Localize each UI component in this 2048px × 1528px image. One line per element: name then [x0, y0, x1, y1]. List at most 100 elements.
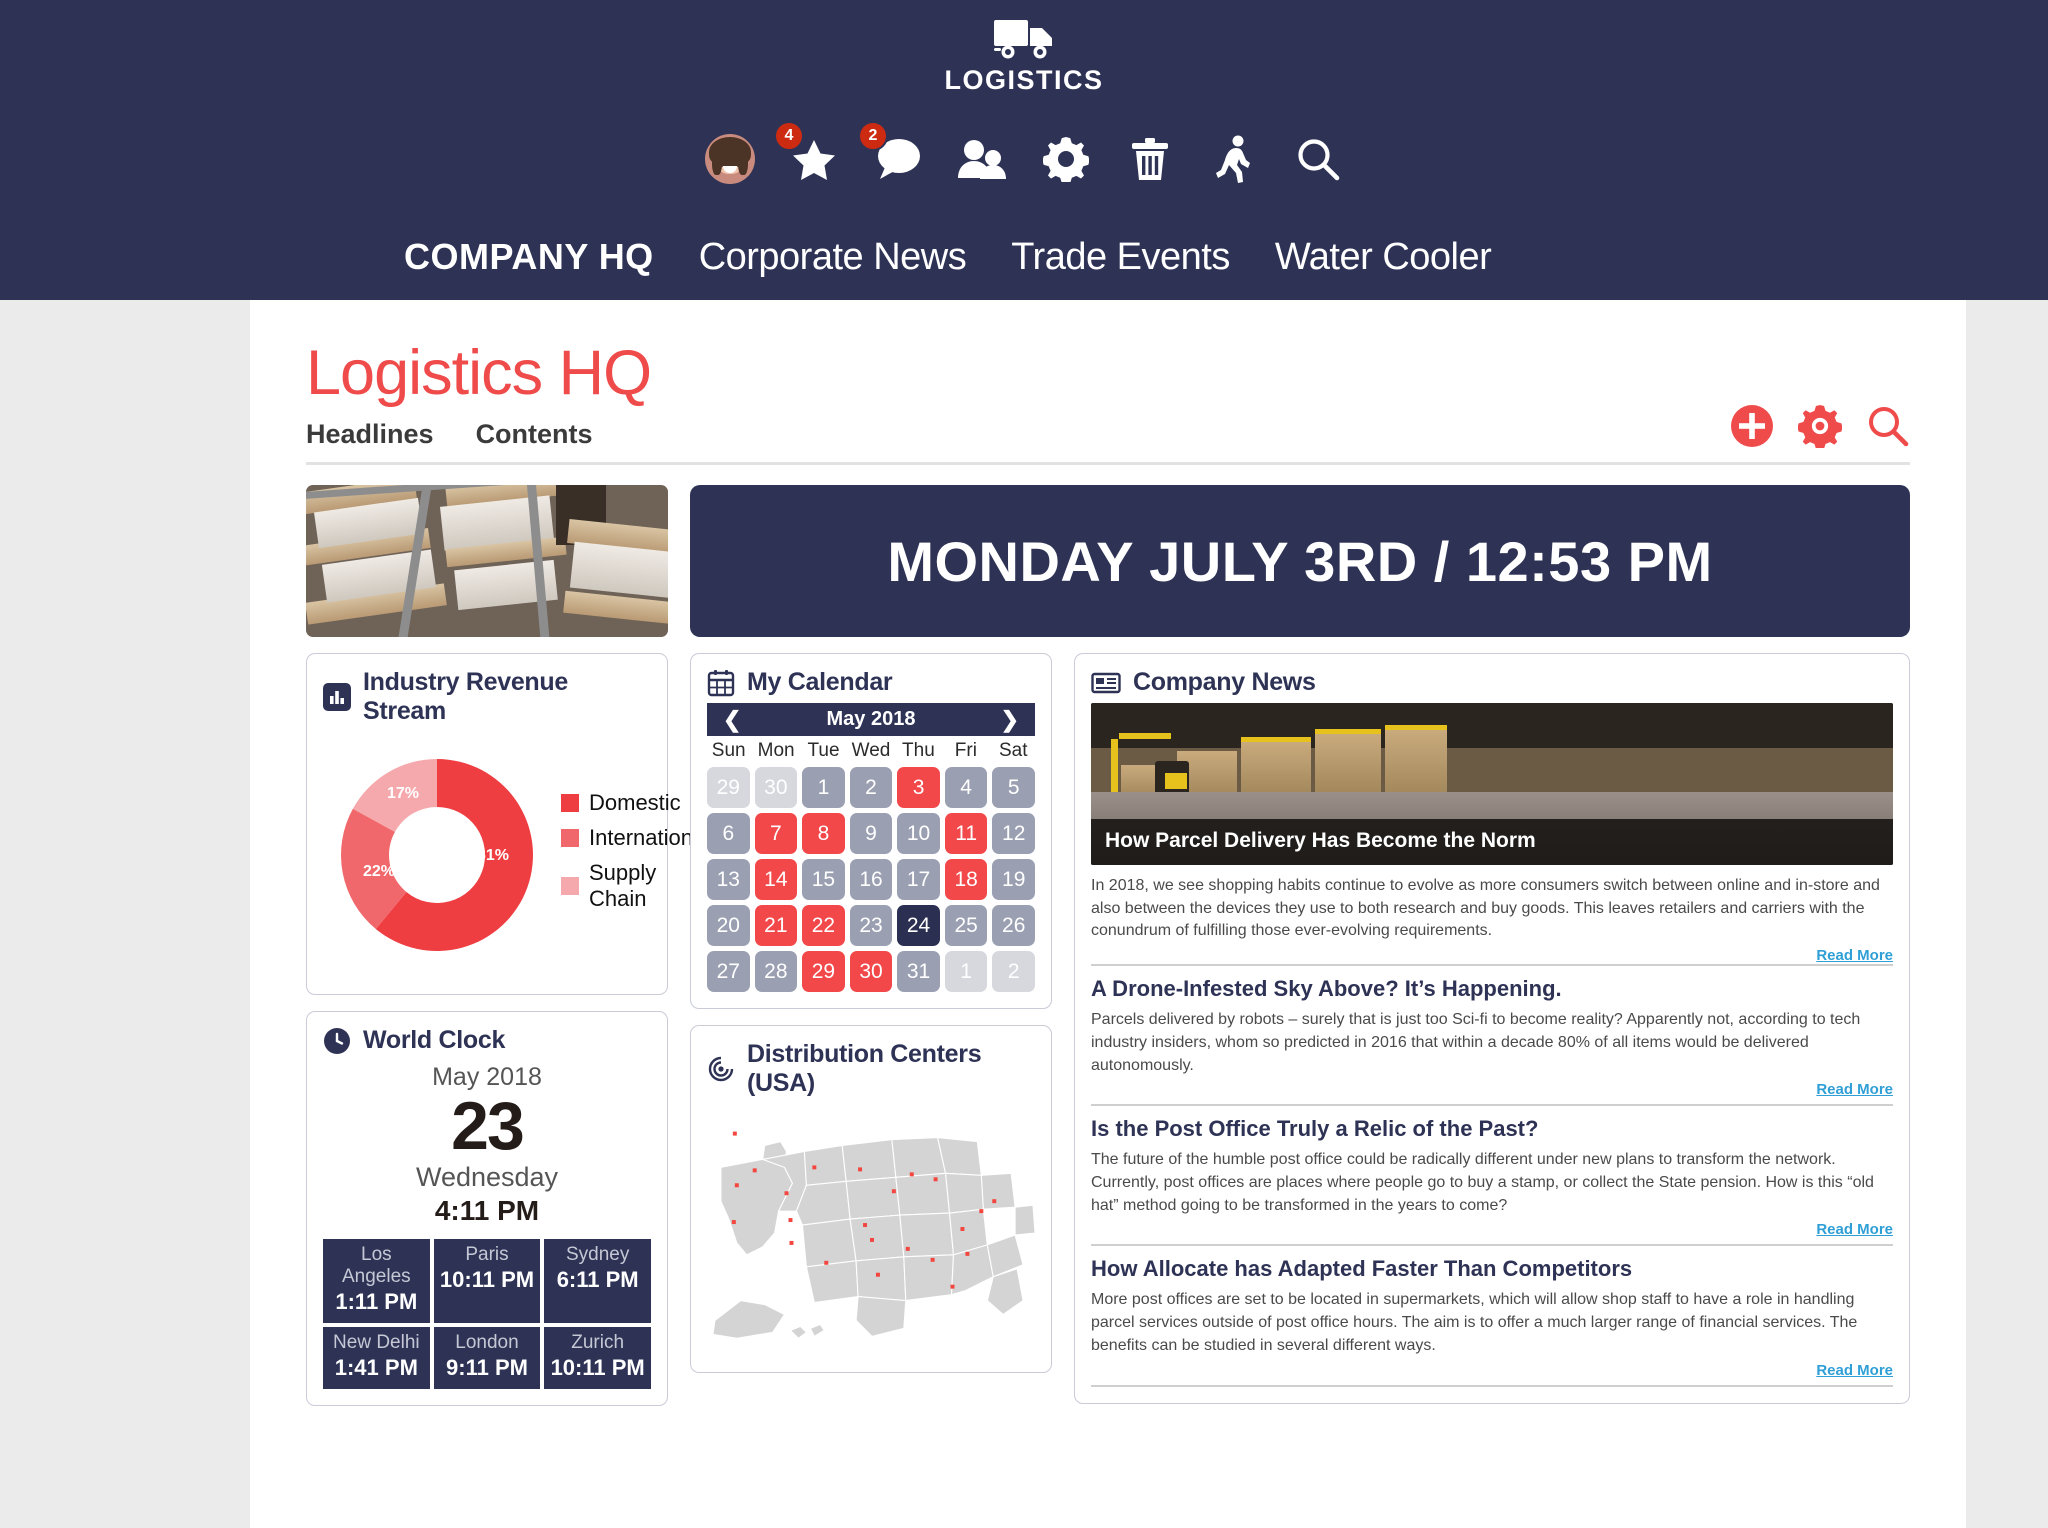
calendar-day-cell[interactable]: 2	[849, 767, 893, 808]
nav-item-trade-events[interactable]: Trade Events	[1011, 236, 1230, 279]
nav-item-corporate-news[interactable]: Corporate News	[699, 236, 967, 279]
calendar-day-cell[interactable]: 8	[802, 813, 845, 854]
calendar-day-cell[interactable]: 13	[707, 859, 750, 900]
chat-badge: 2	[858, 121, 888, 151]
read-more-link[interactable]: Read More	[1091, 1081, 1893, 1098]
chevron-right-icon[interactable]: ❯	[997, 708, 1023, 731]
read-more-link[interactable]: Read More	[1091, 1221, 1893, 1238]
star-icon[interactable]: 4	[774, 121, 840, 185]
calendar-day-cell[interactable]: 6	[707, 813, 750, 854]
world-clock-card: World Clock May 2018 23 Wednesday 4:11 P…	[306, 1011, 668, 1406]
calendar-day-cell[interactable]: 2	[992, 951, 1035, 992]
main-navigation: COMPANY HQ Corporate News Trade Events W…	[0, 214, 2048, 300]
weekday-label: Wed	[851, 740, 891, 761]
read-more-link[interactable]: Read More	[1091, 947, 1893, 964]
date-banner: MONDAY JULY 3RD / 12:53 PM	[690, 485, 1910, 637]
gear-icon[interactable]	[1040, 133, 1092, 185]
nav-item-company-hq[interactable]: COMPANY HQ	[404, 236, 654, 278]
calendar-day-cell[interactable]: 22	[802, 905, 845, 946]
calendar-day-cell[interactable]: 21	[754, 905, 798, 946]
brand-logo[interactable]: LOGISTICS	[0, 14, 2048, 96]
calendar-day-cell[interactable]: 15	[802, 859, 845, 900]
tab-headlines[interactable]: Headlines	[306, 419, 434, 450]
calendar-day-cell[interactable]: 30	[754, 767, 798, 808]
read-more-link[interactable]: Read More	[1091, 1362, 1893, 1379]
calendar-day-cell[interactable]: 25	[944, 905, 988, 946]
calendar-day-cell[interactable]: 11	[944, 813, 988, 854]
calendar-day-cell[interactable]: 18	[944, 859, 988, 900]
city-tile[interactable]: Sydney 6:11 PM	[544, 1239, 651, 1323]
newspaper-icon	[1091, 669, 1121, 697]
calendar-day-cell[interactable]: 10	[897, 813, 940, 854]
calendar-day-cell[interactable]: 16	[849, 859, 893, 900]
search-icon[interactable]	[1866, 404, 1910, 448]
chat-bubble-icon[interactable]: 2	[858, 121, 924, 185]
walking-person-icon[interactable]	[1208, 133, 1260, 185]
weekday-label: Fri	[954, 740, 977, 761]
right-column: Company News How Parcel Delivery Has Bec…	[1074, 653, 1910, 1404]
calendar-day-cell[interactable]: 19	[992, 859, 1035, 900]
widgets-row: Industry Revenue Stream 61% 22% 17% Dome…	[306, 653, 1910, 1406]
card-title: Industry Revenue Stream	[363, 668, 568, 725]
calendar-day-cell[interactable]: 17	[897, 859, 940, 900]
middle-column: My Calendar ❮ May 2018 ❯ Sun Mon Tue Wed…	[690, 653, 1052, 1373]
calendar-day-cell[interactable]: 30	[849, 951, 893, 992]
hero-row: MONDAY JULY 3RD / 12:53 PM	[306, 485, 1910, 637]
star-badge: 4	[774, 121, 804, 151]
trash-icon[interactable]	[1124, 133, 1176, 185]
calendar-day-cell[interactable]: 7	[754, 813, 798, 854]
warehouse-photo	[306, 485, 668, 637]
calendar-day-cell[interactable]: 23	[849, 905, 893, 946]
city-tile[interactable]: New Delhi 1:41 PM	[323, 1327, 430, 1389]
news-item-title[interactable]: Is the Post Office Truly a Relic of the …	[1091, 1116, 1893, 1142]
city-tile[interactable]: Zurich 10:11 PM	[544, 1327, 651, 1389]
city-tile[interactable]: London 9:11 PM	[433, 1327, 541, 1389]
nav-item-water-cooler[interactable]: Water Cooler	[1275, 236, 1492, 279]
calendar-day-cell[interactable]: 29	[802, 951, 845, 992]
news-item-title[interactable]: How Allocate has Adapted Faster Than Com…	[1091, 1256, 1893, 1282]
calendar-day-cell[interactable]: 27	[707, 951, 750, 992]
calendar-day-cell[interactable]: 4	[944, 767, 988, 808]
calendar-day-cell[interactable]: 1	[944, 951, 988, 992]
city-name: Paris	[465, 1244, 509, 1265]
legend-item: International	[561, 825, 710, 851]
calendar-day-cell[interactable]: 3	[897, 767, 940, 808]
calendar-day-cell[interactable]: 14	[754, 859, 798, 900]
city-tile[interactable]: Paris 10:11 PM	[433, 1239, 541, 1323]
tab-contents[interactable]: Contents	[476, 419, 593, 450]
calendar-day-cell[interactable]: 24	[897, 905, 940, 946]
news-item-body: The future of the humble post office cou…	[1091, 1151, 1874, 1214]
legend-swatch-domestic	[561, 793, 579, 812]
city-tile[interactable]: Los Angeles 1:11 PM	[323, 1239, 430, 1323]
card-title: Distribution Centers (USA)	[747, 1040, 982, 1097]
chevron-left-icon[interactable]: ❮	[719, 708, 745, 731]
settings-gear-icon[interactable]	[1798, 404, 1842, 448]
card-title: World Clock	[363, 1026, 506, 1054]
avatar	[705, 134, 755, 184]
people-icon[interactable]	[956, 133, 1008, 185]
tabbar: Headlines Contents	[306, 404, 1910, 465]
calendar-month-label: May 2018	[826, 708, 916, 730]
bar-chart-icon	[323, 683, 351, 711]
calendar-day-cell[interactable]: 31	[897, 951, 940, 992]
calendar-day-cell[interactable]: 1	[802, 767, 845, 808]
news-item-title[interactable]: A Drone-Infested Sky Above? It’s Happeni…	[1091, 976, 1893, 1002]
calendar-day-cell[interactable]: 5	[992, 767, 1035, 808]
calendar-day-cell[interactable]: 9	[849, 813, 893, 854]
left-column: Industry Revenue Stream 61% 22% 17% Dome…	[306, 653, 710, 1406]
add-icon[interactable]	[1730, 404, 1774, 448]
calendar-day-cell[interactable]: 20	[707, 905, 750, 946]
search-icon[interactable]	[1292, 133, 1344, 185]
calendar-day-cell[interactable]: 26	[992, 905, 1035, 946]
calendar-day-cell[interactable]: 28	[754, 951, 798, 992]
header-icon-bar: 4 2	[0, 121, 2048, 185]
legend-swatch-international	[561, 828, 579, 847]
calendar-day-cell[interactable]: 12	[992, 813, 1035, 854]
delivery-truck-icon	[992, 14, 1056, 62]
weekday-label: Tue	[807, 740, 840, 761]
news-featured-image[interactable]: How Parcel Delivery Has Become the Norm	[1091, 703, 1893, 865]
user-avatar[interactable]	[704, 133, 756, 185]
usa-map[interactable]	[707, 1104, 1035, 1356]
calendar-day-cell[interactable]: 29	[707, 767, 750, 808]
city-name: Zurich	[571, 1332, 625, 1353]
